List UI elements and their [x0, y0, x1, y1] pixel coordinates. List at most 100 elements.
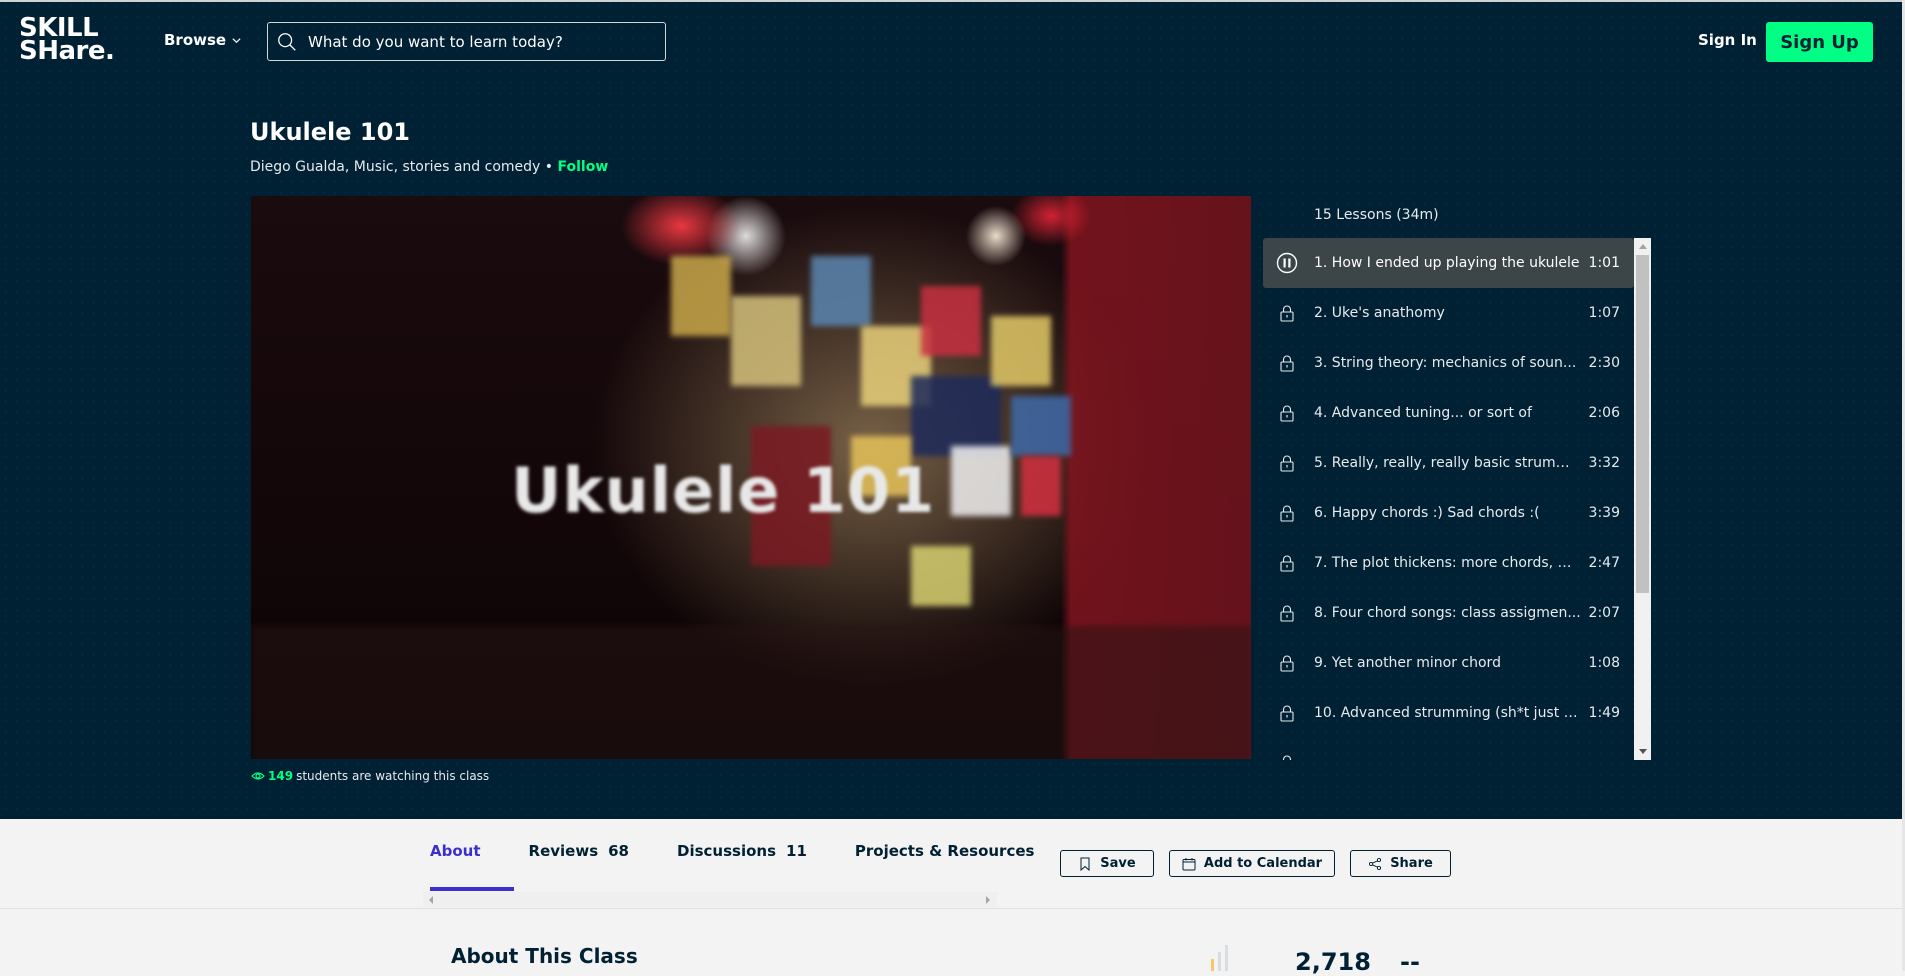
search-input[interactable]	[308, 32, 648, 51]
video-player[interactable]: Ukulele 101	[251, 196, 1251, 759]
lesson-item[interactable]: 9. Yet another minor chord 1:08	[1263, 638, 1634, 688]
scroll-right-arrow[interactable]	[986, 896, 990, 904]
lesson-title: 8. Four chord songs: class assigmen...	[1314, 605, 1581, 621]
lesson-duration: 1:08	[1588, 655, 1620, 671]
search-icon	[278, 32, 296, 51]
lesson-item[interactable]: 1. How I ended up playing the ukulele 1:0…	[1263, 238, 1634, 288]
lesson-duration: 2:06	[1588, 405, 1620, 421]
stat-value: 2,718	[1295, 948, 1371, 976]
tab-label: Projects & Resources	[854, 842, 1035, 860]
calendar-icon	[1182, 857, 1196, 870]
lesson-item[interactable]: 10. Advanced strumming (sh*t just got...…	[1263, 688, 1634, 738]
tab-discussions[interactable]: Discussions 11	[677, 842, 807, 860]
tab-label: Reviews	[528, 842, 599, 860]
tab-label: Discussions	[677, 842, 777, 860]
lesson-duration: 2:07	[1588, 605, 1620, 621]
class-teacher-line: Diego Gualda, Music, stories and comedy …	[250, 159, 608, 175]
video-frame-detail	[1011, 396, 1071, 456]
teacher-name[interactable]: Diego Gualda, Music, stories and comedy	[250, 159, 540, 175]
scrollbar-thumb[interactable]	[1636, 255, 1649, 593]
watching-text: students are watching this class	[296, 769, 490, 783]
tab-count: 11	[786, 842, 807, 860]
video-title-overlay: Ukulele 101	[511, 454, 936, 527]
tabs-scrollbar[interactable]	[423, 892, 997, 907]
lesson-item[interactable]: 8. Four chord songs: class assigmen... 2:…	[1263, 588, 1634, 638]
lesson-duration: 1:01	[1588, 255, 1620, 271]
lesson-title: 5. Really, really, really basic strumm..…	[1314, 455, 1582, 471]
save-label: Save	[1100, 856, 1136, 871]
lesson-title: 9. Yet another minor chord	[1314, 655, 1501, 671]
lesson-list-scrollbar[interactable]	[1634, 238, 1651, 760]
video-frame-detail	[731, 296, 801, 386]
sign-in-link[interactable]: Sign In	[1698, 31, 1757, 49]
scroll-down-arrow[interactable]	[1634, 743, 1651, 760]
bookmark-icon	[1080, 857, 1090, 871]
follow-button[interactable]: Follow	[557, 159, 608, 175]
lock-icon	[1263, 404, 1311, 422]
save-button[interactable]: Save	[1060, 850, 1154, 877]
tab-count: 68	[608, 842, 629, 860]
about-heading: About This Class	[451, 944, 638, 968]
pause-icon	[1263, 252, 1311, 274]
video-frame-detail	[921, 286, 981, 356]
browse-menu-button[interactable]: Browse	[164, 31, 242, 49]
lesson-title: 4. Advanced tuning... or sort of	[1314, 405, 1532, 421]
share-icon	[1369, 857, 1382, 870]
caret-down-icon	[1638, 749, 1647, 754]
share-button[interactable]: Share	[1350, 850, 1451, 877]
skillshare-logo[interactable]: SKILL SHare.	[19, 15, 115, 66]
lock-icon	[1263, 504, 1311, 522]
lesson-duration: 2:30	[1588, 355, 1620, 371]
class-title: Ukulele 101	[250, 118, 410, 146]
scroll-up-arrow[interactable]	[1634, 238, 1651, 255]
lesson-item[interactable]: 6. Happy chords :) Sad chords :(3:39	[1263, 488, 1634, 538]
video-frame-detail	[911, 376, 1001, 456]
lesson-duration: 1:49	[1588, 705, 1620, 721]
lock-icon	[1263, 554, 1311, 572]
tab-reviews[interactable]: Reviews 68	[529, 842, 629, 860]
lock-icon	[1263, 654, 1311, 672]
lesson-item[interactable]: 3. String theory: mechanics of soun... 2:…	[1263, 338, 1634, 388]
lesson-list-panel: 1. How I ended up playing the ukulele 1:0…	[1263, 238, 1652, 760]
video-frame-detail	[251, 626, 1251, 759]
lesson-duration: 3:32	[1588, 455, 1620, 471]
lesson-item[interactable]: 7. The plot thickens: more chords, m... 2…	[1263, 538, 1634, 588]
lesson-title: 10. Advanced strumming (sh*t just got...	[1314, 705, 1582, 721]
lesson-list: 1. How I ended up playing the ukulele 1:0…	[1263, 238, 1634, 760]
lesson-item[interactable]: 4. Advanced tuning... or sort of 2:06	[1263, 388, 1634, 438]
lesson-title: 3. String theory: mechanics of soun...	[1314, 355, 1577, 371]
lesson-duration: 1:07	[1588, 305, 1620, 321]
lesson-item[interactable]: 5. Really, really, really basic strumm..…	[1263, 438, 1634, 488]
video-frame-detail	[1021, 456, 1061, 516]
section-divider	[0, 908, 1902, 909]
video-frame-detail	[811, 256, 871, 326]
tab-projects-resources[interactable]: Projects & Resources	[855, 842, 1035, 860]
lesson-title: 2. Uke's anathomy	[1314, 305, 1445, 321]
stat-secondary: --	[1400, 948, 1420, 976]
lesson-item[interactable]: 2. Uke's anathomy 1:07	[1263, 288, 1634, 338]
lesson-duration: 2:47	[1588, 555, 1620, 571]
lessons-summary: 15 Lessons (34m)	[1314, 207, 1439, 223]
tab-about[interactable]: About	[430, 842, 481, 860]
separator: •	[540, 159, 558, 175]
caret-up-icon	[1638, 244, 1647, 249]
lesson-item-partial[interactable]	[1263, 738, 1634, 760]
lock-icon	[1263, 354, 1311, 372]
watching-indicator: 149 students are watching this class	[251, 769, 489, 783]
scroll-left-arrow[interactable]	[429, 896, 433, 904]
video-frame-detail	[911, 546, 971, 606]
sign-up-button[interactable]: Sign Up	[1766, 22, 1873, 62]
lesson-title: 1. How I ended up playing the ukulele	[1314, 255, 1580, 271]
share-label: Share	[1390, 856, 1433, 871]
rating-bars-icon	[1211, 945, 1228, 971]
chevron-down-icon	[232, 37, 241, 43]
active-tab-indicator	[430, 887, 514, 891]
search-box[interactable]	[267, 22, 666, 61]
watching-count: 149	[268, 769, 294, 783]
video-frame-detail	[951, 446, 1011, 516]
add-to-calendar-button[interactable]: Add to Calendar	[1169, 850, 1335, 877]
lock-icon	[1263, 604, 1311, 622]
logo-line-2: SHare.	[19, 36, 115, 66]
eye-icon	[251, 772, 265, 780]
lesson-duration: 3:39	[1588, 505, 1620, 521]
